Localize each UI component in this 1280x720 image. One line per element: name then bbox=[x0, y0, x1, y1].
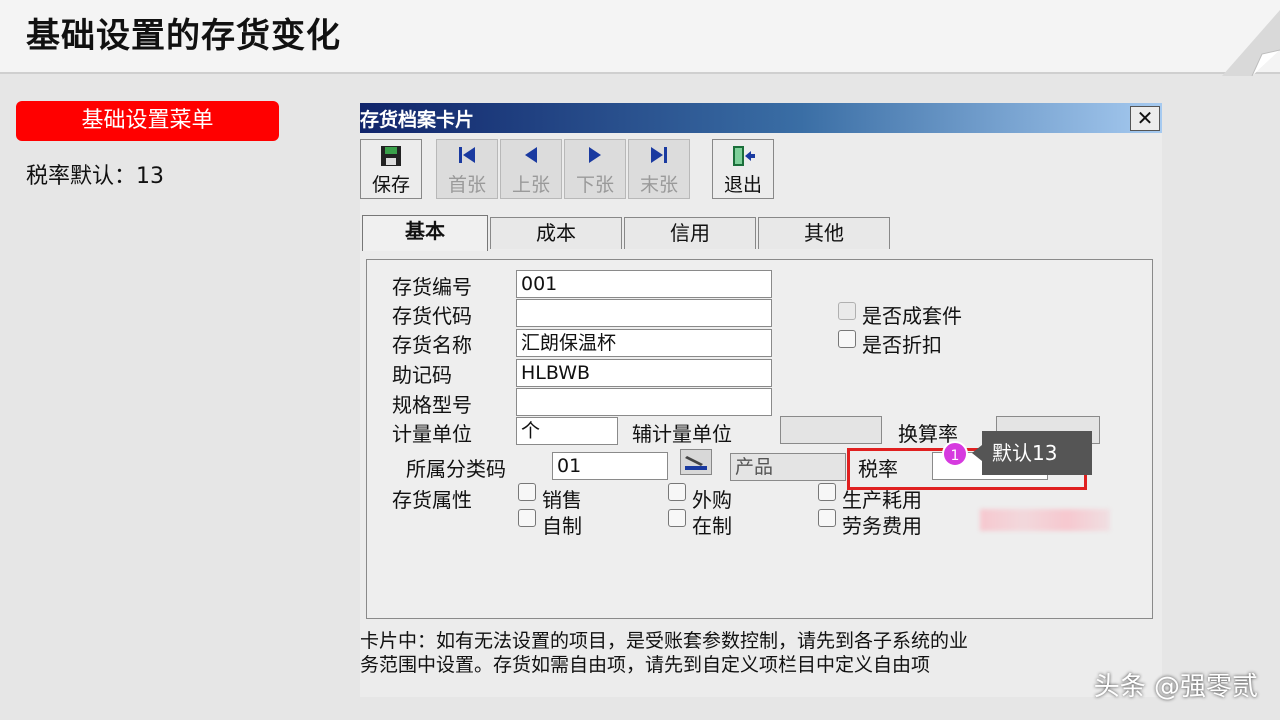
purchase-checkbox[interactable] bbox=[668, 483, 686, 501]
annotation-callout: 默认13 bbox=[982, 431, 1092, 475]
toolbar: 保存 首张 上张 下张 末张 退出 bbox=[360, 139, 1162, 199]
self-made-checkbox[interactable] bbox=[518, 509, 536, 527]
first-record-button[interactable]: 首张 bbox=[436, 139, 498, 199]
footer-note-line1: 卡片中：如有无法设置的项目，是受账套参数控制，请先到各子系统的业 bbox=[360, 630, 969, 652]
labor-label: 劳务费用 bbox=[842, 514, 922, 538]
tab-bar: 基本 成本 信用 其他 bbox=[360, 215, 1162, 251]
sales-label: 销售 bbox=[542, 488, 582, 512]
in-process-checkbox[interactable] bbox=[668, 509, 686, 527]
first-icon bbox=[437, 140, 497, 170]
mnemonic-label: 助记码 bbox=[392, 363, 452, 387]
sales-checkbox[interactable] bbox=[518, 483, 536, 501]
unit-input[interactable]: 个 bbox=[516, 417, 618, 445]
page-curl-decoration bbox=[1222, 10, 1280, 76]
close-button[interactable]: ✕ bbox=[1130, 106, 1160, 131]
category-name-input: 产品 bbox=[730, 453, 846, 481]
is-discount-checkbox[interactable] bbox=[838, 330, 856, 348]
watermark: 头条 @强零贰 bbox=[1093, 672, 1258, 702]
save-button[interactable]: 保存 bbox=[360, 139, 422, 199]
is-kit-checkbox[interactable] bbox=[838, 302, 856, 320]
exit-label: 退出 bbox=[723, 174, 762, 196]
first-label: 首张 bbox=[447, 174, 486, 196]
name-input[interactable]: 汇朗保温杯 bbox=[516, 329, 772, 357]
code-input[interactable]: 001 bbox=[516, 270, 772, 298]
production-label: 生产耗用 bbox=[842, 488, 922, 512]
lookup-icon bbox=[685, 456, 707, 470]
is-discount-label: 是否折扣 bbox=[862, 333, 942, 357]
is-kit-label: 是否成套件 bbox=[862, 304, 962, 328]
dialog-titlebar: 存货档案卡片 ✕ bbox=[360, 103, 1162, 133]
aux-unit-input[interactable] bbox=[780, 416, 882, 444]
blurred-area bbox=[980, 509, 1110, 531]
name-label: 存货名称 bbox=[392, 333, 472, 357]
slide-title: 基础设置的存货变化 bbox=[26, 16, 341, 56]
category-code-input[interactable]: 01 bbox=[552, 452, 668, 480]
next-icon bbox=[565, 140, 625, 170]
last-record-button[interactable]: 末张 bbox=[628, 139, 690, 199]
footer-note-line2: 务范围中设置。存货如需自由项，请先到自定义项栏目中定义自由项 bbox=[360, 654, 931, 676]
prev-label: 上张 bbox=[511, 174, 550, 196]
exit-icon bbox=[713, 140, 773, 170]
last-label: 末张 bbox=[639, 174, 678, 196]
unit-label: 计量单位 bbox=[392, 422, 472, 446]
in-process-label: 在制 bbox=[692, 514, 732, 538]
save-label: 保存 bbox=[371, 174, 410, 196]
production-checkbox[interactable] bbox=[818, 483, 836, 501]
category-lookup-button[interactable] bbox=[680, 449, 712, 475]
annotation-marker: 1 bbox=[942, 441, 968, 467]
mnemonic-input[interactable]: HLBWB bbox=[516, 359, 772, 387]
spec-label: 规格型号 bbox=[392, 393, 472, 417]
code-label: 存货编号 bbox=[392, 275, 472, 299]
prev-icon bbox=[501, 140, 561, 170]
labor-checkbox[interactable] bbox=[818, 509, 836, 527]
purchase-label: 外购 bbox=[692, 488, 732, 512]
menu-badge: 基础设置菜单 bbox=[16, 101, 279, 141]
tab-basic[interactable]: 基本 bbox=[362, 215, 488, 251]
alias-label: 存货代码 bbox=[392, 304, 472, 328]
last-icon bbox=[629, 140, 689, 170]
self-made-label: 自制 bbox=[542, 514, 582, 538]
tab-other[interactable]: 其他 bbox=[758, 217, 890, 249]
next-label: 下张 bbox=[575, 174, 614, 196]
save-icon bbox=[361, 140, 421, 170]
prev-record-button[interactable]: 上张 bbox=[500, 139, 562, 199]
exit-button[interactable]: 退出 bbox=[712, 139, 774, 199]
tax-default-text: 税率默认：13 bbox=[26, 164, 164, 189]
dialog-title: 存货档案卡片 bbox=[360, 109, 475, 131]
callout-arrow bbox=[972, 445, 982, 461]
next-record-button[interactable]: 下张 bbox=[564, 139, 626, 199]
inventory-card-dialog: 存货档案卡片 ✕ 保存 首张 上张 下张 末张 退出 基本 成本 信用 其他 存… bbox=[360, 103, 1162, 697]
tab-credit[interactable]: 信用 bbox=[624, 217, 756, 249]
tab-cost[interactable]: 成本 bbox=[490, 217, 622, 249]
category-label: 所属分类码 bbox=[406, 457, 506, 481]
slide-header: 基础设置的存货变化 bbox=[0, 0, 1280, 76]
alias-input[interactable] bbox=[516, 299, 772, 327]
aux-unit-label: 辅计量单位 bbox=[632, 422, 732, 446]
spec-input[interactable] bbox=[516, 388, 772, 416]
attr-label: 存货属性 bbox=[392, 488, 472, 512]
footer-note: 卡片中：如有无法设置的项目，是受账套参数控制，请先到各子系统的业 务范围中设置。… bbox=[360, 629, 1162, 677]
